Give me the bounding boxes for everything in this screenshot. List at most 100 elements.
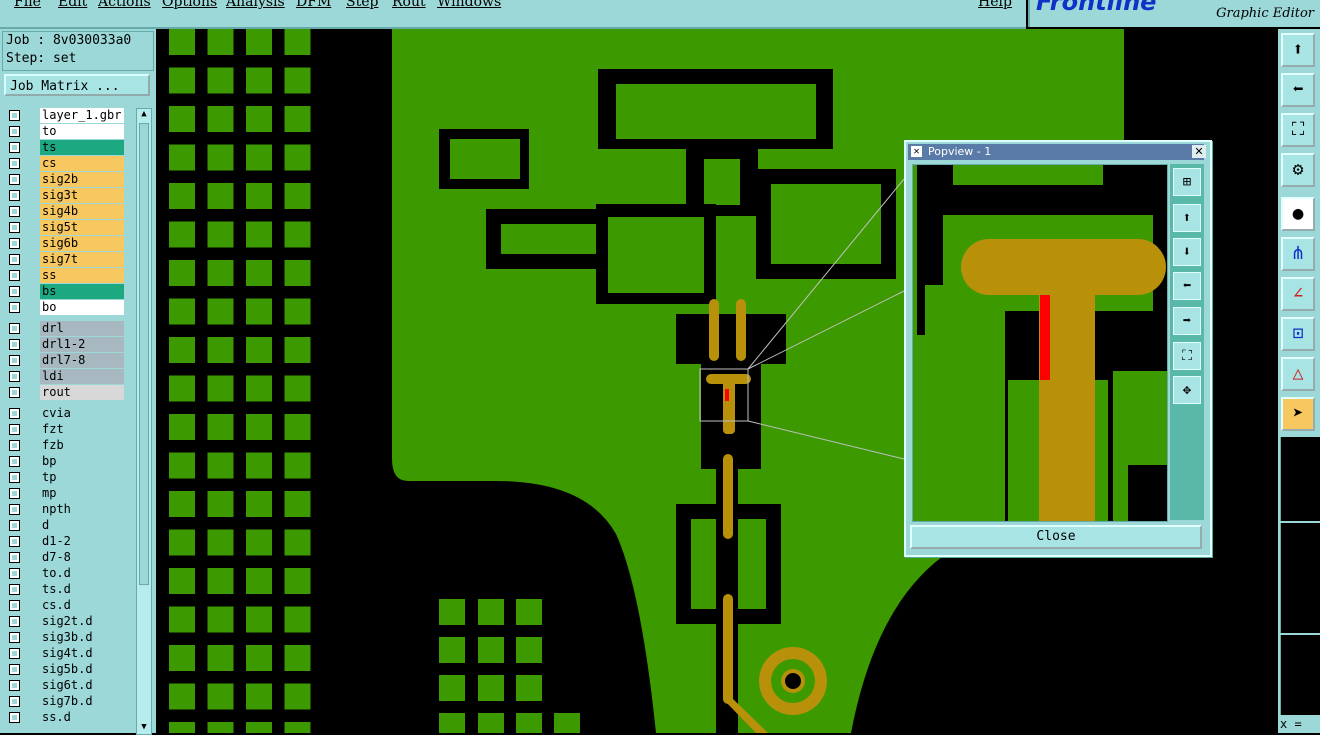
layer-row[interactable]: sig3b.d bbox=[4, 630, 126, 645]
zoom-fit-icon[interactable]: ⛶ bbox=[1173, 342, 1201, 370]
layer-name[interactable]: sig2t.d bbox=[40, 614, 124, 629]
layer-row[interactable]: sig7b.d bbox=[4, 694, 126, 709]
menu-help[interactable]: Help bbox=[978, 0, 1012, 10]
layer-name[interactable]: to.d bbox=[40, 566, 124, 581]
layer-name[interactable]: npth bbox=[40, 502, 124, 517]
layer-row[interactable]: to.d bbox=[4, 566, 126, 581]
pan-left-icon[interactable]: ⬅ bbox=[1173, 272, 1201, 300]
layer-row[interactable]: sig6b bbox=[4, 236, 126, 251]
measure-tool-icon[interactable]: ∠ bbox=[1281, 277, 1315, 311]
layer-checkbox[interactable] bbox=[9, 270, 20, 281]
layer-row[interactable]: to bbox=[4, 124, 126, 139]
layer-name[interactable]: sig3b.d bbox=[40, 630, 124, 645]
layer-checkbox[interactable] bbox=[9, 536, 20, 547]
layer-name[interactable]: sig3t bbox=[40, 188, 124, 203]
layer-checkbox[interactable] bbox=[9, 680, 20, 691]
layer-row[interactable]: bs bbox=[4, 284, 126, 299]
layer-row[interactable]: ss bbox=[4, 268, 126, 283]
layer-row[interactable]: sig4b bbox=[4, 204, 126, 219]
layer-scrollbar[interactable]: ▲ ▼ bbox=[136, 108, 152, 735]
layer-name[interactable]: sig5b.d bbox=[40, 662, 124, 677]
layer-name[interactable]: ldi bbox=[40, 369, 124, 384]
layer-checkbox[interactable] bbox=[9, 712, 20, 723]
layer-name[interactable]: ts bbox=[40, 140, 124, 155]
layer-checkbox[interactable] bbox=[9, 504, 20, 515]
layer-checkbox[interactable] bbox=[9, 616, 20, 627]
layer-name[interactable]: cvia bbox=[40, 406, 124, 421]
menu-file[interactable]: File bbox=[14, 0, 41, 10]
layer-name[interactable]: bs bbox=[40, 284, 124, 299]
layer-name[interactable]: d1-2 bbox=[40, 534, 124, 549]
layer-row[interactable]: sig5t bbox=[4, 220, 126, 235]
layer-checkbox[interactable] bbox=[9, 584, 20, 595]
layer-name[interactable]: d7-8 bbox=[40, 550, 124, 565]
layer-row[interactable]: d bbox=[4, 518, 126, 533]
layer-name[interactable]: sig5t bbox=[40, 220, 124, 235]
layer-name[interactable]: sig6t.d bbox=[40, 678, 124, 693]
pan-left-tool-icon[interactable]: ⬅ bbox=[1281, 73, 1315, 107]
layer-name[interactable]: ss bbox=[40, 268, 124, 283]
layer-name[interactable]: fzb bbox=[40, 438, 124, 453]
layer-row[interactable]: d1-2 bbox=[4, 534, 126, 549]
layer-row[interactable]: ts.d bbox=[4, 582, 126, 597]
layer-row[interactable]: drl7-8 bbox=[4, 353, 126, 368]
layer-name[interactable]: bp bbox=[40, 454, 124, 469]
layer-row[interactable]: bo bbox=[4, 300, 126, 315]
layer-name[interactable]: d bbox=[40, 518, 124, 533]
layer-row[interactable]: npth bbox=[4, 502, 126, 517]
layer-row[interactable]: sig4t.d bbox=[4, 646, 126, 661]
layer-checkbox[interactable] bbox=[9, 520, 20, 531]
layer-name[interactable]: to bbox=[40, 124, 124, 139]
layer-checkbox[interactable] bbox=[9, 355, 20, 366]
snap-tool-icon[interactable]: ⊡ bbox=[1281, 317, 1315, 351]
net-connect-tool-icon[interactable]: ⋔ bbox=[1281, 237, 1315, 271]
layer-name[interactable]: drl bbox=[40, 321, 124, 336]
pan-up-tool-icon[interactable]: ⬆ bbox=[1281, 33, 1315, 67]
layer-checkbox[interactable] bbox=[9, 387, 20, 398]
layer-row[interactable]: sig5b.d bbox=[4, 662, 126, 677]
layer-row[interactable]: cs.d bbox=[4, 598, 126, 613]
layer-name[interactable]: sig4b bbox=[40, 204, 124, 219]
layer-name[interactable]: bo bbox=[40, 300, 124, 315]
layer-row[interactable]: mp bbox=[4, 486, 126, 501]
layer-checkbox[interactable] bbox=[9, 339, 20, 350]
layer-name[interactable]: mp bbox=[40, 486, 124, 501]
layer-row[interactable]: tp bbox=[4, 470, 126, 485]
layer-row[interactable]: sig3t bbox=[4, 188, 126, 203]
layer-row[interactable]: cs bbox=[4, 156, 126, 171]
layer-checkbox[interactable] bbox=[9, 158, 20, 169]
layer-row[interactable]: sig2b bbox=[4, 172, 126, 187]
layer-checkbox[interactable] bbox=[9, 472, 20, 483]
layer-name[interactable]: ss.d bbox=[40, 710, 124, 725]
layer-row[interactable]: ldi bbox=[4, 369, 126, 384]
layer-name[interactable]: cs bbox=[40, 156, 124, 171]
layer-checkbox[interactable] bbox=[9, 222, 20, 233]
layer-name[interactable]: sig7b.d bbox=[40, 694, 124, 709]
layer-row[interactable]: fzb bbox=[4, 438, 126, 453]
layer-name[interactable]: sig6b bbox=[40, 236, 124, 251]
popview-close-x-button[interactable]: ✕ bbox=[1192, 145, 1206, 158]
layer-checkbox[interactable] bbox=[9, 632, 20, 643]
pan-right-icon[interactable]: ➡ bbox=[1173, 307, 1201, 335]
layer-checkbox[interactable] bbox=[9, 424, 20, 435]
layer-row[interactable]: drl1-2 bbox=[4, 337, 126, 352]
layer-checkbox[interactable] bbox=[9, 648, 20, 659]
circle-select-tool-icon[interactable]: ● bbox=[1281, 197, 1315, 231]
layer-name[interactable]: sig7t bbox=[40, 252, 124, 267]
triangle-tool-icon[interactable]: △ bbox=[1281, 357, 1315, 391]
layer-row[interactable]: sig2t.d bbox=[4, 614, 126, 629]
settings-tool-icon[interactable]: ⚙ bbox=[1281, 153, 1315, 187]
scroll-down-icon[interactable]: ▼ bbox=[137, 722, 151, 734]
layer-checkbox[interactable] bbox=[9, 600, 20, 611]
layer-name[interactable]: drl1-2 bbox=[40, 337, 124, 352]
layer-checkbox[interactable] bbox=[9, 696, 20, 707]
layer-name[interactable]: cs.d bbox=[40, 598, 124, 613]
layer-name[interactable]: ts.d bbox=[40, 582, 124, 597]
layer-checkbox[interactable] bbox=[9, 110, 20, 121]
pointer-tool-icon[interactable]: ➤ bbox=[1281, 397, 1315, 431]
layer-row[interactable]: cvia bbox=[4, 406, 126, 421]
layer-name[interactable]: sig2b bbox=[40, 172, 124, 187]
menu-actions[interactable]: Actions bbox=[98, 0, 151, 10]
scroll-up-icon[interactable]: ▲ bbox=[137, 109, 151, 121]
layer-row[interactable]: sig7t bbox=[4, 252, 126, 267]
